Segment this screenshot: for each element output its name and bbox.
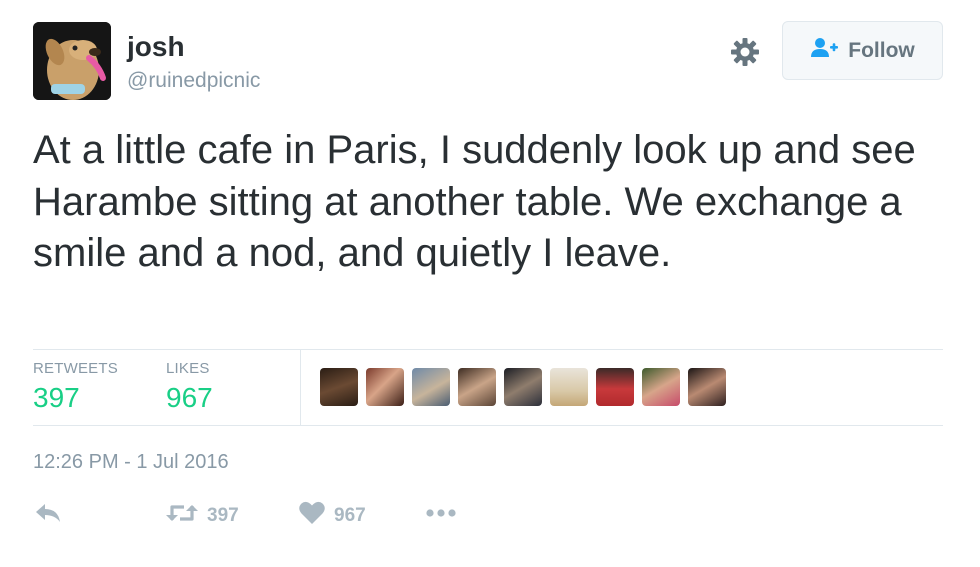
stats-bottom-divider <box>33 425 943 426</box>
reply-icon <box>33 500 63 531</box>
tweet-text: At a little cafe in Paris, I suddenly lo… <box>33 128 916 275</box>
retweets-value: 397 <box>33 382 80 413</box>
stats-vertical-divider <box>300 350 301 425</box>
follow-user-icon <box>810 37 840 64</box>
likes-stat[interactable]: LIKES 967 <box>166 360 213 414</box>
liker-avatar[interactable] <box>366 368 404 406</box>
likes-value: 967 <box>166 382 213 413</box>
settings-gear-icon[interactable] <box>728 35 762 69</box>
liker-avatars <box>320 368 726 406</box>
liker-avatar[interactable] <box>596 368 634 406</box>
liker-avatar[interactable] <box>458 368 496 406</box>
author-handle[interactable]: @ruinedpicnic <box>127 68 260 94</box>
heart-icon <box>298 500 326 531</box>
like-button[interactable]: 967 <box>298 500 366 531</box>
tweet-timestamp[interactable]: 12:26 PM - 1 Jul 2016 <box>33 450 229 474</box>
liker-avatar[interactable] <box>412 368 450 406</box>
liker-avatar[interactable] <box>504 368 542 406</box>
retweet-button[interactable]: 397 <box>165 500 239 531</box>
author-avatar[interactable] <box>33 22 111 100</box>
retweet-count: 397 <box>207 504 239 526</box>
follow-button[interactable]: Follow <box>782 21 943 80</box>
liker-avatar[interactable] <box>688 368 726 406</box>
retweets-label: RETWEETS <box>33 360 118 377</box>
follow-button-label: Follow <box>848 38 915 62</box>
more-icon <box>424 500 458 531</box>
likes-label: LIKES <box>166 360 210 377</box>
more-button[interactable] <box>424 500 458 531</box>
retweets-stat[interactable]: RETWEETS 397 <box>33 360 118 414</box>
author-name[interactable]: josh <box>127 31 185 63</box>
like-count: 967 <box>334 504 366 526</box>
reply-button[interactable] <box>33 500 63 531</box>
liker-avatar[interactable] <box>550 368 588 406</box>
stats-top-divider <box>33 349 943 350</box>
retweet-icon <box>165 500 199 531</box>
liker-avatar[interactable] <box>320 368 358 406</box>
liker-avatar[interactable] <box>642 368 680 406</box>
